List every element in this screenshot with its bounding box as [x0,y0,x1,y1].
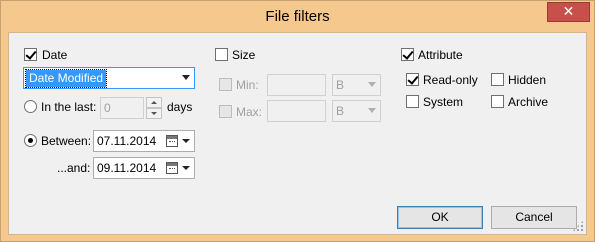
calendar-icon [166,162,178,174]
readonly-label: Read-only [423,73,478,87]
attribute-checkbox-label: Attribute [418,48,463,62]
in-last-radio[interactable] [24,100,37,113]
cancel-button[interactable]: Cancel [491,206,577,229]
min-unit-select[interactable]: B [332,74,381,96]
min-unit-value: B [336,78,345,92]
between-date-value: 07.11.2014 [97,134,157,148]
attribute-checkbox[interactable] [401,48,414,61]
between-radio[interactable] [24,134,37,147]
date-type-select[interactable]: Date Modified [23,67,195,89]
spin-up-icon[interactable] [146,97,162,108]
max-checkbox[interactable] [219,105,232,118]
min-size-input[interactable] [267,74,326,96]
window-title: File filters [265,8,330,25]
hidden-checkbox[interactable] [491,73,504,86]
readonly-checkbox[interactable] [406,73,419,86]
in-last-spinner[interactable] [146,97,162,119]
file-filters-window: File filters ✕ Date Date Modified In the… [0,0,595,242]
size-checkbox-label: Size [232,48,256,62]
chevron-down-icon [368,108,376,113]
between-date-picker[interactable]: 07.11.2014 [93,130,195,152]
date-checkbox[interactable] [24,48,37,61]
date-type-value: Date Modified [24,69,108,88]
max-unit-select[interactable]: B [332,100,381,122]
archive-label: Archive [508,95,549,109]
hidden-label: Hidden [508,73,547,87]
spin-down-icon[interactable] [146,108,162,119]
close-button[interactable]: ✕ [547,2,590,22]
close-icon: ✕ [562,3,575,19]
in-last-unit: days [167,100,193,114]
calendar-icon [166,135,178,147]
max-size-input[interactable] [267,100,326,122]
in-last-input[interactable]: 0 [100,97,144,119]
chevron-down-icon [182,166,190,170]
min-checkbox[interactable] [219,78,232,91]
in-last-label: In the last: [41,100,97,114]
dialog-client-area: Date Date Modified In the last: 0 days B… [8,32,587,235]
and-date-value: 09.11.2014 [97,161,157,175]
between-label: Between: [41,134,92,148]
archive-checkbox[interactable] [491,95,504,108]
min-label: Min: [236,78,259,92]
ok-button[interactable]: OK [397,206,483,229]
max-label: Max: [236,105,263,119]
size-checkbox[interactable] [215,48,228,61]
max-unit-value: B [336,104,345,118]
chevron-down-icon [182,139,190,143]
and-label: ...and: [57,161,91,175]
date-checkbox-label: Date [42,48,68,62]
system-checkbox[interactable] [406,95,419,108]
chevron-down-icon [182,75,190,80]
chevron-down-icon [368,82,376,87]
and-date-picker[interactable]: 09.11.2014 [93,157,195,179]
system-label: System [423,95,464,109]
